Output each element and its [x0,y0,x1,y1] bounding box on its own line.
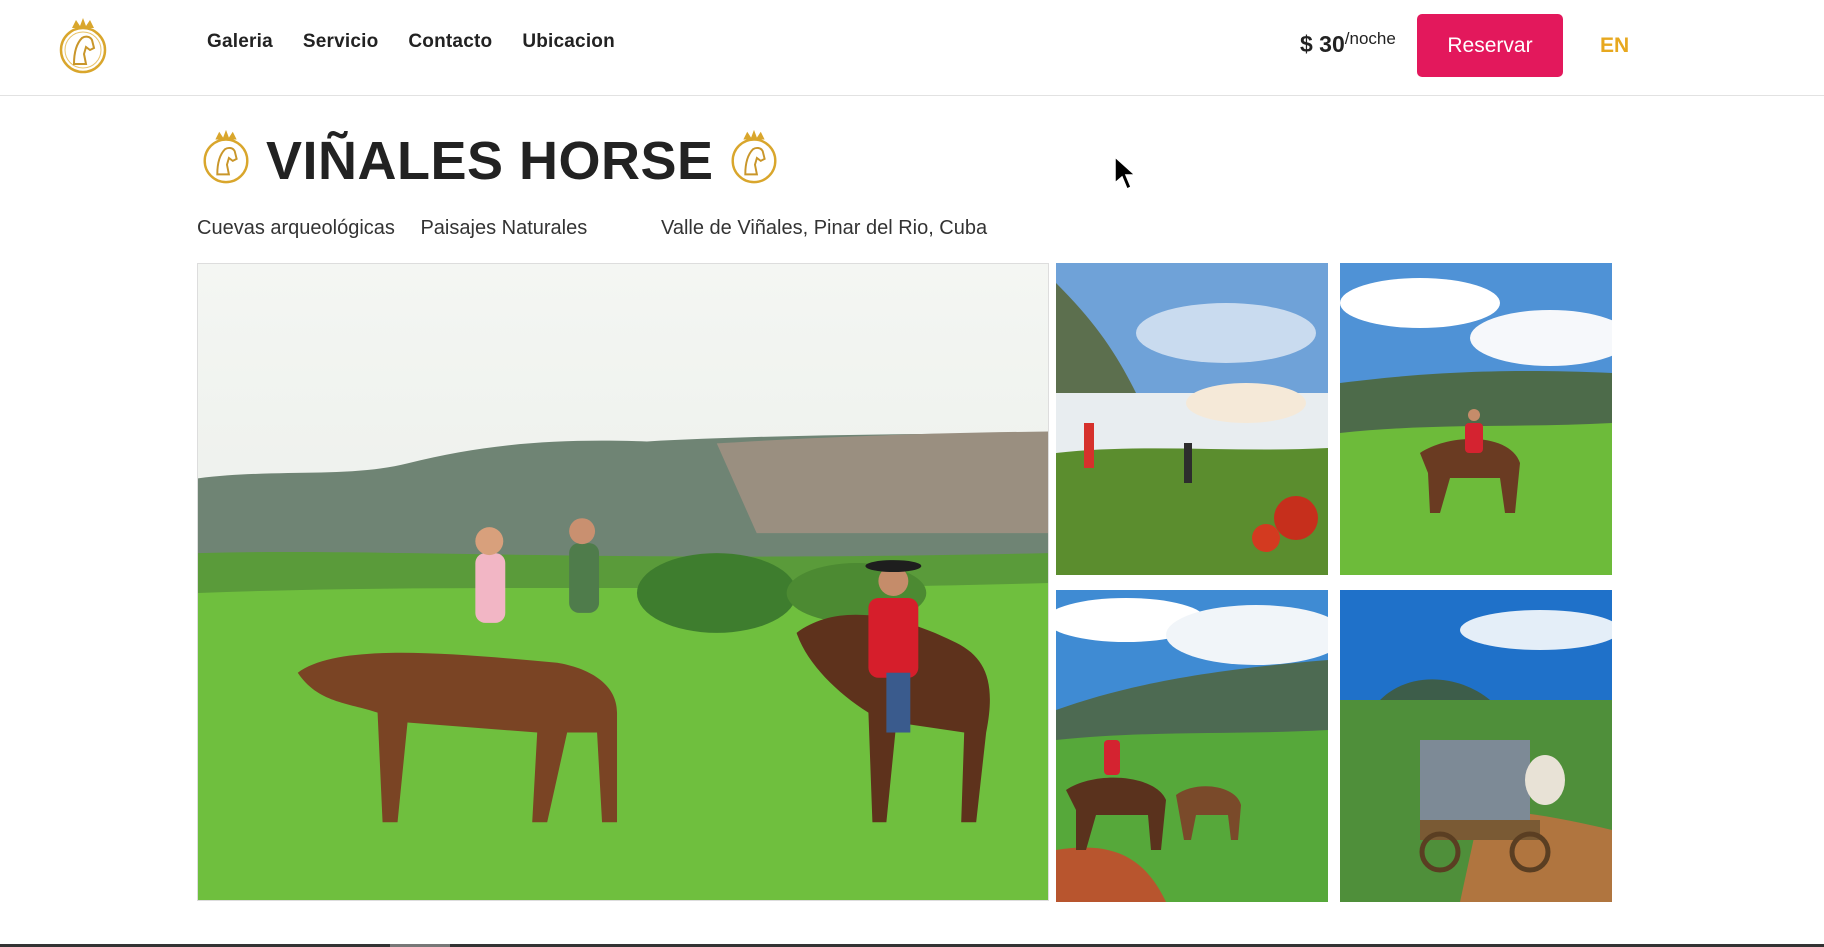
nav-link-ubicacion[interactable]: Ubicacion [522,31,615,53]
page-title: VIÑALES HORSE [266,131,714,191]
reserve-button[interactable]: Reservar [1417,14,1563,77]
language-switch[interactable]: EN [1600,34,1629,58]
horseback-riders-valley-photo[interactable] [197,263,1049,901]
horse-crown-logo-icon[interactable] [52,14,114,76]
horse-crown-logo-icon [731,129,777,184]
page-title-row: VIÑALES HORSE [196,118,784,194]
nightly-price: $ 30/noche [1300,29,1396,58]
nav-link-galeria[interactable]: Galeria [207,31,273,53]
horse-crown-logo-icon [203,129,249,184]
tag-landscapes: Paisajes Naturales [420,217,588,239]
mouse-pointer-icon [1114,156,1137,191]
nav-link-servicio[interactable]: Servicio [303,31,379,53]
main-nav: Galeria Servicio Contacto Ubicacion [207,31,615,53]
price-unit: /noche [1344,29,1396,48]
top-navigation-bar: Galeria Servicio Contacto Ubicacion $ 30… [0,0,1824,96]
oxcart-tour-photo[interactable] [1340,590,1612,902]
feature-tags: Cuevas arqueológicas Paisajes Naturales [197,217,607,240]
sunrise-valley-photo[interactable] [1056,263,1328,575]
location-text: Valle de Viñales, Pinar del Rio, Cuba [661,217,988,239]
tag-caves: Cuevas arqueológicas [197,217,395,239]
rider-on-meadow-photo[interactable] [1340,263,1612,575]
nav-link-contacto[interactable]: Contacto [408,31,492,53]
riders-near-mogotes-photo[interactable] [1056,590,1328,902]
price-amount: $ 30 [1300,31,1345,57]
